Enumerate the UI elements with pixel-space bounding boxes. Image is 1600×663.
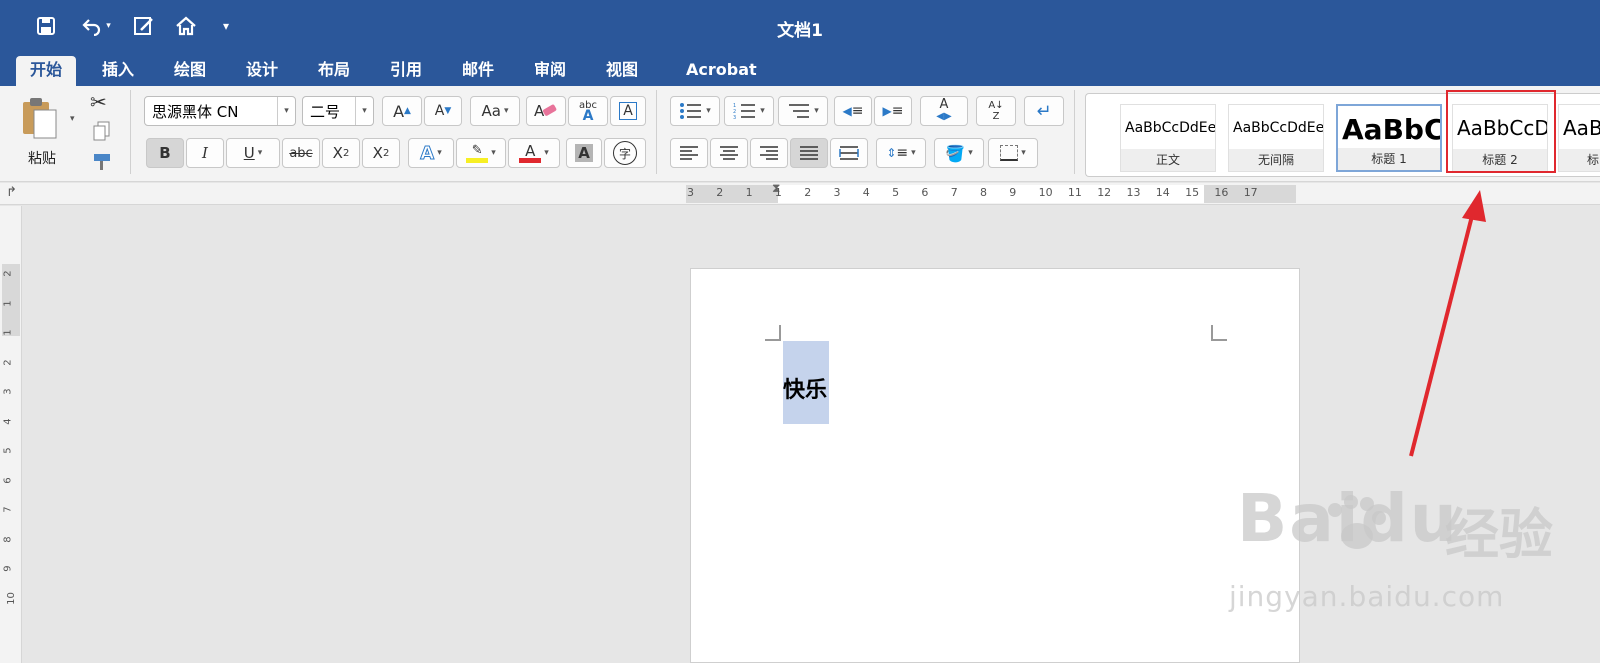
ruler-tick-label: 3 xyxy=(687,186,694,199)
ruler-tick-label: 13 xyxy=(1126,186,1141,199)
ruler-tick-label: 9 xyxy=(1009,186,1017,199)
ruler-tick-label: 1 xyxy=(774,186,782,199)
ruler-tick-label: 2 xyxy=(804,186,812,199)
ruler-tick-label: 16 xyxy=(1214,186,1229,199)
ruler-tick-label: 11 xyxy=(1067,186,1082,199)
ruler-tick-label: 5 xyxy=(892,186,900,199)
watermark-url: jingyan.baidu.com xyxy=(1229,580,1505,613)
ruler-tick-label: 6 xyxy=(921,186,929,199)
paw-icon xyxy=(1321,494,1391,568)
ruler-tick-label: 2 xyxy=(716,186,724,199)
ruler-tick-label: 7 xyxy=(950,186,958,199)
ruler-tick-label: 17 xyxy=(1243,186,1258,199)
ruler-tick-label: 4 xyxy=(862,186,870,199)
ruler-tick-label: 1 xyxy=(745,186,753,199)
ruler-tick-label: 15 xyxy=(1185,186,1200,199)
ruler-tick-label: 3 xyxy=(833,186,841,199)
ruler-tick-label: 12 xyxy=(1097,186,1112,199)
ruler-tick-label: 10 xyxy=(1038,186,1053,199)
ruler-tick-label: 8 xyxy=(980,186,987,199)
watermark-cn: 经验 xyxy=(1445,503,1553,566)
ruler-tick-label: 14 xyxy=(1155,186,1170,199)
